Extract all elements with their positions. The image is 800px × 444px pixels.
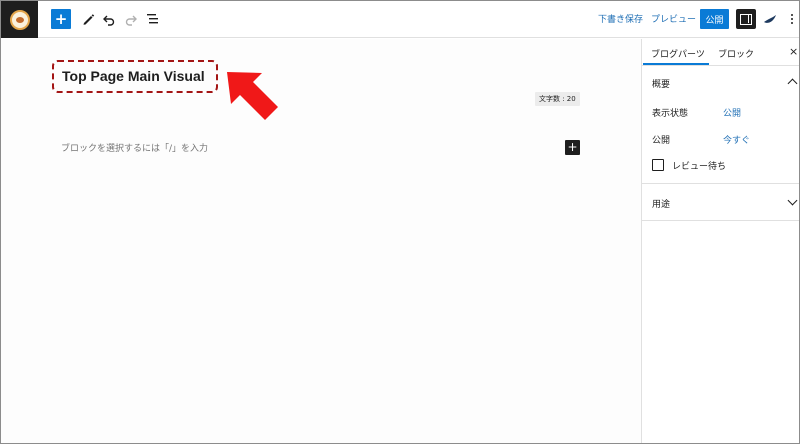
visibility-value-link[interactable]: 公開 <box>723 106 741 119</box>
block-inserter-button[interactable]: + <box>51 9 71 29</box>
visibility-label: 表示状態 <box>652 109 689 119</box>
plugin-leaf-icon[interactable] <box>761 10 779 28</box>
summary-panel-title[interactable]: 概要 <box>652 77 670 90</box>
sidebar-panel-icon <box>740 13 752 25</box>
active-tab-indicator <box>643 63 709 65</box>
tab-block[interactable]: ブロック <box>718 47 754 60</box>
character-count-badge: 文字数 : 20 <box>535 92 580 106</box>
title-highlight-annotation <box>52 60 218 93</box>
publish-button[interactable]: 公開 <box>700 9 729 29</box>
preview-button[interactable]: プレビュー <box>651 12 696 25</box>
publish-label: 公開 <box>652 136 671 146</box>
editor-window: + 下書き保存 プレビュー 公開 Top Page Main Visual 文字… <box>0 0 800 444</box>
pending-review-checkbox[interactable] <box>652 159 664 171</box>
sidebar-tabs: ブログパーツ ブロック × <box>642 39 799 66</box>
usage-panel-title[interactable]: 用途 <box>652 197 670 210</box>
undo-icon[interactable] <box>99 9 119 29</box>
red-arrow-annotation <box>227 72 278 120</box>
chevron-down-icon[interactable] <box>787 195 798 206</box>
editor-top-toolbar: + 下書き保存 プレビュー 公開 <box>1 1 799 38</box>
usage-panel[interactable]: 用途 <box>642 184 799 221</box>
site-logo-icon <box>9 9 30 30</box>
pending-review-label[interactable]: レビュー待ち <box>672 159 726 172</box>
settings-sidebar: ブログパーツ ブロック × 概要 表示状態 公開 公開 今すぐ レビュー待ち 用… <box>641 39 799 443</box>
save-draft-button[interactable]: 下書き保存 <box>598 12 643 25</box>
publish-date-link[interactable]: 今すぐ <box>723 133 750 146</box>
tab-post[interactable]: ブログパーツ <box>651 47 705 60</box>
site-logo-button[interactable] <box>1 1 38 38</box>
chevron-up-icon[interactable] <box>787 78 798 89</box>
block-placeholder[interactable]: ブロックを選択するには「/」を入力 <box>61 141 208 154</box>
editor-canvas: Top Page Main Visual 文字数 : 20 ブロックを選択するに… <box>1 39 641 443</box>
add-block-button[interactable]: + <box>565 140 580 155</box>
pencil-icon[interactable] <box>78 9 98 29</box>
summary-panel: 概要 表示状態 公開 公開 今すぐ レビュー待ち <box>642 66 799 184</box>
more-options-icon[interactable] <box>789 10 795 28</box>
settings-toggle-button[interactable] <box>736 9 756 29</box>
redo-icon[interactable] <box>121 9 141 29</box>
close-sidebar-icon[interactable]: × <box>789 45 798 58</box>
list-view-icon[interactable] <box>143 9 163 29</box>
